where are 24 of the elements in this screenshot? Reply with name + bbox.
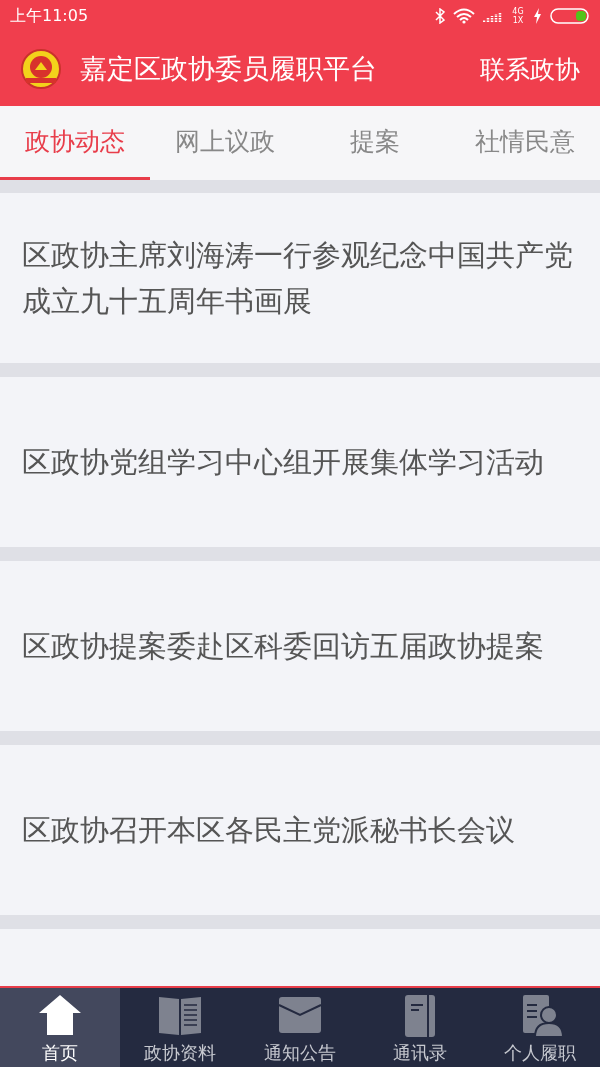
emblem-icon: [20, 48, 62, 90]
battery-icon: [550, 8, 590, 24]
home-icon: [37, 993, 83, 1037]
network-type: 4G 1X: [511, 7, 525, 25]
news-card[interactable]: 区政协提案委赴区科委回访五届政协提案: [0, 561, 600, 731]
news-title: 区政协召开本区各民主党派秘书长会议: [22, 812, 515, 849]
news-card[interactable]: 区政协召开本区各民主党派秘书长会议: [0, 745, 600, 915]
charging-icon: [533, 8, 542, 24]
news-title: 区政协提案委赴区科委回访五届政协提案: [22, 628, 544, 665]
nav-tab[interactable]: 首页: [0, 988, 120, 1067]
news-title: 区政协党组学习中心组开展集体学习活动: [22, 444, 544, 481]
nav-tab[interactable]: 个人履职: [480, 988, 600, 1067]
tab[interactable]: 政协动态: [0, 106, 150, 180]
nav-tab[interactable]: 通知公告: [240, 988, 360, 1067]
news-card[interactable]: 区政协主席刘海涛一行参观纪念中国共产党成立九十五周年书画展: [0, 193, 600, 363]
app-title: 嘉定区政协委员履职平台: [80, 52, 378, 86]
nav-tab[interactable]: 政协资料: [120, 988, 240, 1067]
nav-tab[interactable]: 通讯录: [360, 988, 480, 1067]
status-time: 上午11:05: [10, 5, 89, 27]
news-title: 区政协主席刘海涛一行参观纪念中国共产党成立九十五周年书画展: [22, 237, 574, 320]
news-card[interactable]: 区政协党组学习中心组开展集体学习活动: [0, 377, 600, 547]
wifi-icon: [453, 8, 475, 24]
bluetooth-icon: [435, 8, 445, 24]
contact-link[interactable]: 联系政协: [480, 52, 580, 86]
